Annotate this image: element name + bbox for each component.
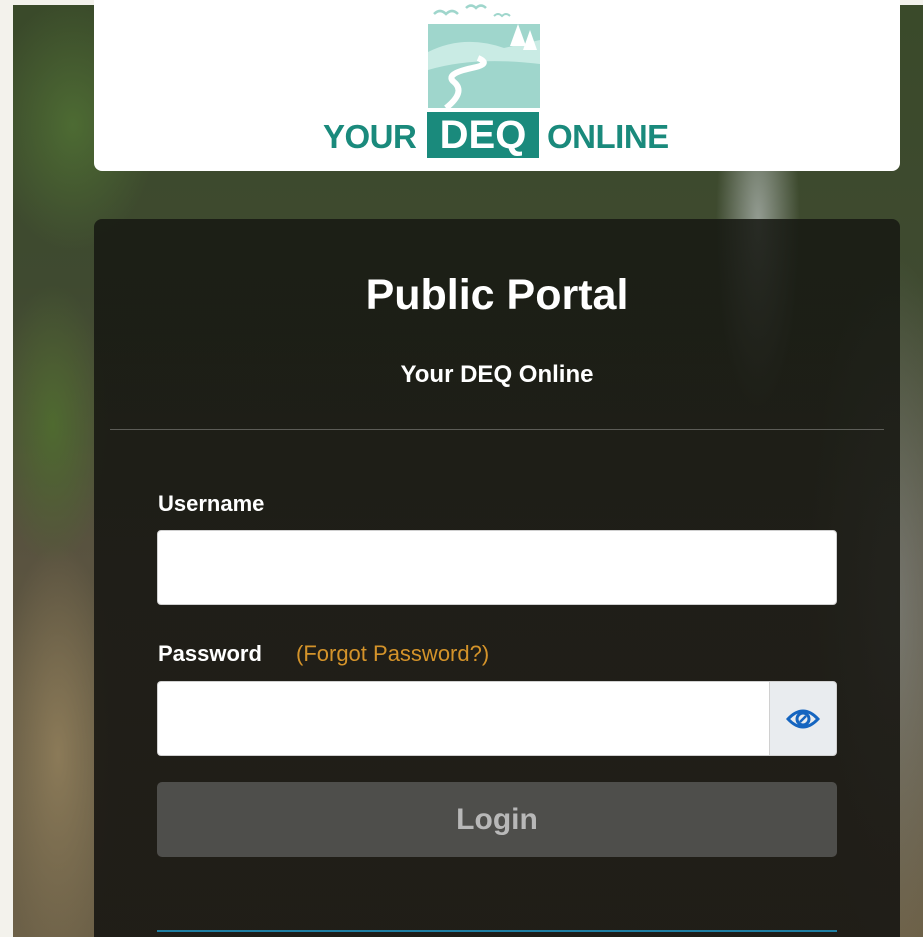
eye-icon	[786, 709, 820, 728]
login-button[interactable]: Login	[157, 782, 837, 857]
page-subtitle: Your DEQ Online	[400, 361, 594, 388]
logo-card: YOUR DEQ ONLINE	[94, 0, 900, 171]
page-title: Public Portal	[365, 271, 629, 319]
password-input[interactable]	[157, 681, 769, 756]
bottom-rule	[157, 930, 837, 932]
username-input[interactable]	[157, 530, 837, 605]
username-label: Username	[158, 491, 265, 516]
logo-word-online: ONLINE	[547, 118, 669, 155]
divider	[110, 429, 884, 430]
show-password-button[interactable]	[769, 681, 837, 756]
logo-word-deq: DEQ	[427, 112, 539, 158]
login-panel: Public Portal Your DEQ Online Username P…	[94, 219, 900, 937]
password-field-group	[157, 681, 837, 756]
forgot-password-link[interactable]: (Forgot Password?)	[296, 641, 489, 667]
logo-word-your: YOUR	[323, 118, 417, 155]
password-label: Password	[158, 641, 262, 666]
